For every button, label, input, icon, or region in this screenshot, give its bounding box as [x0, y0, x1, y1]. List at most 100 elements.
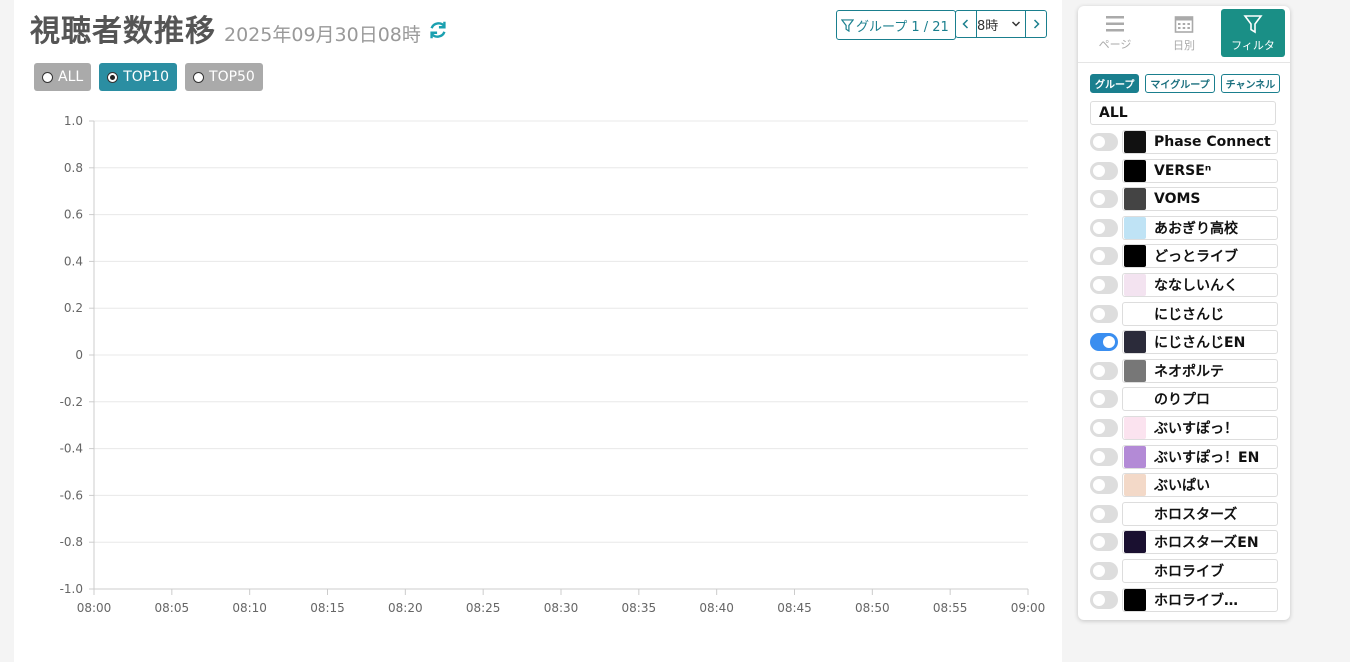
tab-page[interactable]: ページ	[1083, 9, 1147, 57]
group-label-box[interactable]: あおぎり高校	[1122, 215, 1278, 240]
group-filter-row[interactable]: ぶいすぽっ！EN	[1090, 444, 1278, 469]
group-name: ホロライブ	[1154, 564, 1224, 580]
group-logo-icon	[1124, 359, 1146, 382]
tab-filter[interactable]: フィルタ	[1221, 9, 1285, 57]
group-name: ななしいんく	[1154, 278, 1238, 294]
group-label-box[interactable]: ホロスターズ	[1122, 501, 1278, 526]
group-label-box[interactable]: にじさんじEN	[1122, 330, 1278, 355]
group-label-box[interactable]: VOMS	[1122, 187, 1278, 212]
chip-channel[interactable]: チャンネル	[1220, 74, 1281, 93]
group-label-box[interactable]: ホロライブ…	[1122, 587, 1278, 612]
tab-label: フィルタ	[1231, 38, 1275, 52]
group-label-box[interactable]: どっとライブ	[1122, 244, 1278, 269]
group-filter-row[interactable]: どっとライブ	[1090, 244, 1278, 269]
panel-tabs: ページ 日別 フィルタ	[1078, 6, 1290, 63]
x-tick-label: 08:30	[544, 601, 579, 615]
group-name: ホロスターズ	[1154, 506, 1238, 523]
group-name: ぶいすぽっ！EN	[1154, 449, 1260, 466]
group-filter-row[interactable]: ぶいすぽっ！	[1090, 416, 1278, 440]
y-tick-label: -0.6	[60, 488, 83, 502]
group-name: にじさんじ	[1154, 306, 1224, 323]
group-filter-row[interactable]: ネオポルテ	[1090, 358, 1278, 383]
group-filter-row[interactable]: あおぎり高校	[1090, 215, 1278, 240]
group-logo-icon	[1124, 188, 1146, 211]
group-name: にじさんじEN	[1154, 335, 1246, 352]
group-logo-icon	[1124, 388, 1146, 411]
chip-group[interactable]: グループ	[1090, 74, 1140, 93]
group-logo-icon	[1124, 274, 1146, 296]
tab-label: ページ	[1098, 37, 1132, 51]
group-name: VERSEⁿ	[1154, 162, 1212, 179]
group-toggle[interactable]	[1090, 133, 1118, 151]
x-tick-label: 08:50	[855, 601, 890, 615]
group-filter-row[interactable]: ななしいんく	[1090, 273, 1278, 297]
y-tick-label: -1.0	[60, 582, 83, 596]
group-name: ぶいすぽっ！	[1154, 421, 1238, 437]
group-toggle[interactable]	[1090, 190, 1118, 209]
group-filter-row[interactable]: Phase Connect	[1090, 130, 1278, 154]
x-tick-label: 08:00	[77, 601, 112, 615]
group-name: ホロライブ…	[1154, 592, 1238, 609]
group-name: Phase Connect	[1154, 134, 1271, 150]
group-toggle[interactable]	[1090, 504, 1118, 523]
group-toggle[interactable]	[1090, 333, 1118, 352]
x-tick-label: 08:55	[933, 601, 968, 615]
group-name: どっとライブ	[1154, 249, 1238, 266]
group-label-box[interactable]: VERSEⁿ	[1122, 158, 1278, 183]
group-logo-icon	[1124, 159, 1146, 182]
group-label-box[interactable]: ななしいんく	[1122, 273, 1278, 297]
group-name: ネオポルテ	[1154, 363, 1224, 380]
main-content: 視聴者数推移 2025年09月30日08時 グループ 1 / 21 8時 ALL…	[14, 0, 1062, 662]
group-label-box[interactable]: ぶいぱい	[1122, 473, 1278, 498]
group-filter-row[interactable]: VOMS	[1090, 187, 1278, 212]
group-toggle[interactable]	[1090, 276, 1118, 294]
chip-mygroup[interactable]: マイグループ	[1145, 74, 1215, 93]
group-toggle[interactable]	[1090, 161, 1118, 180]
group-label-box[interactable]: ぶいすぽっ！EN	[1122, 444, 1278, 469]
y-tick-label: 0.4	[64, 254, 83, 268]
group-toggle[interactable]	[1090, 562, 1118, 580]
group-label-box[interactable]: のりプロ	[1122, 387, 1278, 412]
group-name: あおぎり高校	[1154, 220, 1238, 237]
group-toggle[interactable]	[1090, 590, 1118, 609]
group-label-box[interactable]: にじさんじ	[1122, 301, 1278, 326]
x-tick-label: 08:35	[622, 601, 657, 615]
y-tick-label: 0.8	[64, 161, 83, 175]
group-label-box[interactable]: ぶいすぽっ！	[1122, 416, 1278, 440]
tab-daily[interactable]: 日別	[1152, 9, 1216, 57]
x-tick-label: 08:45	[777, 601, 812, 615]
group-toggle[interactable]	[1090, 390, 1118, 409]
group-filter-row[interactable]: ホロスターズEN	[1090, 530, 1278, 555]
group-filter-row[interactable]: のりプロ	[1090, 387, 1278, 412]
group-toggle[interactable]	[1090, 361, 1118, 380]
y-tick-label: 0.2	[64, 301, 83, 315]
group-toggle[interactable]	[1090, 304, 1118, 323]
group-toggle[interactable]	[1090, 247, 1118, 266]
group-label-box[interactable]: ネオポルテ	[1122, 358, 1278, 383]
group-label-box[interactable]: ホロライブ	[1122, 559, 1278, 583]
group-name: ホロスターズEN	[1154, 535, 1259, 552]
group-toggle[interactable]	[1090, 476, 1118, 495]
group-toggle[interactable]	[1090, 533, 1118, 552]
group-filter-row[interactable]: にじさんじ	[1090, 301, 1278, 326]
x-tick-label: 09:00	[1011, 601, 1046, 615]
group-toggle[interactable]	[1090, 447, 1118, 466]
group-logo-icon	[1124, 474, 1146, 497]
menu-icon	[1106, 15, 1124, 31]
group-toggle[interactable]	[1090, 419, 1118, 437]
group-label-box[interactable]: Phase Connect	[1122, 130, 1278, 154]
group-toggle[interactable]	[1090, 218, 1118, 237]
group-label-box[interactable]: ホロスターズEN	[1122, 530, 1278, 555]
group-filter-row[interactable]: にじさんじEN	[1090, 330, 1278, 355]
group-logo-icon	[1124, 245, 1146, 268]
filter-all-option[interactable]: ALL	[1090, 101, 1276, 125]
group-filter-row[interactable]: ぶいぱい	[1090, 473, 1278, 498]
x-tick-label: 08:40	[699, 601, 734, 615]
tab-label: 日別	[1173, 38, 1195, 52]
group-filter-row[interactable]: ホロスターズ	[1090, 501, 1278, 526]
group-filter-row[interactable]: VERSEⁿ	[1090, 158, 1278, 183]
group-logo-icon	[1124, 302, 1146, 325]
x-tick-label: 08:10	[232, 601, 267, 615]
group-filter-row[interactable]: ホロライブ…	[1090, 587, 1278, 612]
group-filter-row[interactable]: ホロライブ	[1090, 559, 1278, 583]
